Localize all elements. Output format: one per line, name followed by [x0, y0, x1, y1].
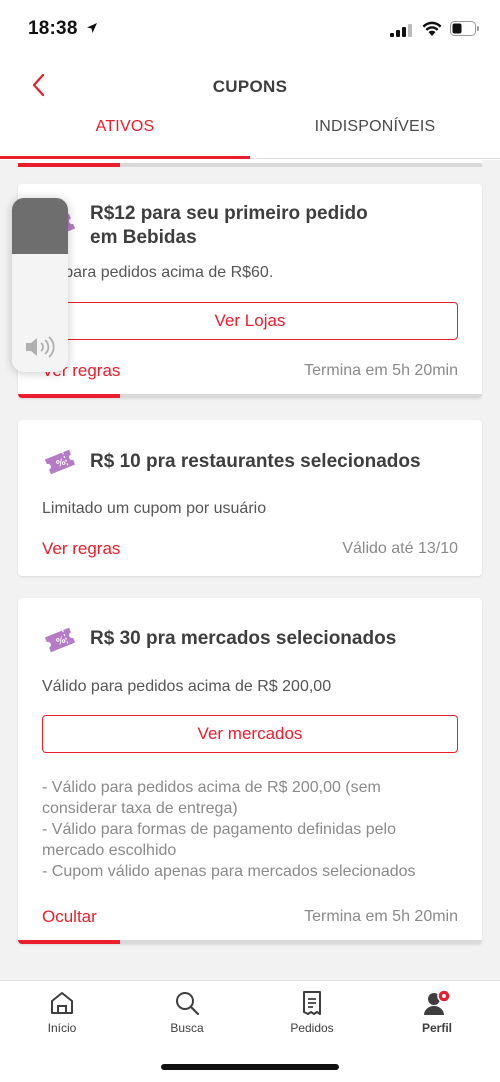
expiry-progress-fill — [18, 394, 121, 398]
tab-ativos[interactable]: ATIVOS — [0, 118, 250, 158]
orders-icon — [303, 991, 321, 1015]
home-icon — [51, 992, 73, 1014]
coupon-description: Válido para pedidos acima de R$ 200,00 — [42, 678, 332, 695]
coupon-card: % R$12 para seu primeiro pedido em Bebid… — [18, 184, 482, 398]
coupon-description: Limitado um cupom por usuário — [42, 500, 267, 517]
location-arrow-icon — [87, 23, 97, 33]
wifi-icon — [422, 21, 442, 36]
nav-item-inicio[interactable]: Início — [7, 989, 117, 1049]
status-time: 18:38 — [28, 18, 78, 39]
expiry-text: Termina em 5h 20min — [304, 908, 458, 925]
coupon-card: % R$ 10 pra restaurantes selecionados Li… — [18, 420, 482, 576]
ticket-icon: % — [44, 449, 76, 475]
tab-indisponiveis[interactable]: INDISPONÍVEIS — [250, 118, 500, 158]
ver-regras-link[interactable]: Ver regras — [42, 539, 120, 559]
coupon-title: R$ 10 pra restaurantes selecionados — [90, 451, 421, 472]
speaker-icon — [26, 336, 55, 358]
coupon-rules-text: - Válido para pedidos acima de R$ 200,00… — [42, 779, 416, 880]
page-title: CUPONS — [212, 77, 288, 96]
expiry-progress-bar — [18, 394, 482, 398]
expiry-progress-bar — [18, 940, 482, 944]
volume-hud[interactable] — [12, 198, 68, 372]
nav-label: Busca — [170, 1021, 204, 1035]
expiry-progress-fill — [18, 940, 121, 944]
header: CUPONS ATIVOS INDISPONÍVEIS — [0, 60, 500, 160]
cellular-signal-icon — [390, 24, 412, 37]
expiry-text: Termina em 5h 20min — [304, 362, 458, 379]
coupon-description: do para pedidos acima de R$60. — [42, 264, 274, 281]
battery-icon — [450, 21, 479, 36]
nav-item-pedidos[interactable]: Pedidos — [257, 989, 367, 1049]
ocultar-link[interactable]: Ocultar — [42, 907, 97, 927]
nav-item-perfil[interactable]: Perfil — [382, 989, 492, 1049]
nav-label: Perfil — [421, 1021, 452, 1035]
ticket-icon: % — [44, 627, 76, 653]
coupon-title: R$ 30 pra mercados selecionados — [90, 628, 397, 649]
nav-label: Pedidos — [290, 1021, 334, 1035]
nav-item-busca[interactable]: Busca — [132, 989, 242, 1049]
coupon-title: R$12 para seu primeiro pedido em Bebidas — [90, 203, 368, 248]
nav-label: Início — [47, 1021, 77, 1035]
ver-mercados-button[interactable]: Ver mercados — [42, 715, 458, 753]
home-indicator — [161, 1064, 339, 1070]
ver-lojas-button[interactable]: Ver Lojas — [42, 302, 458, 340]
previous-card-strip — [18, 159, 482, 167]
status-bar: 18:38 — [0, 0, 500, 60]
volume-level-empty — [12, 198, 68, 254]
profile-icon — [424, 989, 451, 1015]
search-icon — [176, 992, 200, 1016]
expiry-text: Válido até 13/10 — [342, 540, 458, 557]
coupon-card: % R$ 30 pra mercados selecionados Válido… — [18, 598, 482, 944]
